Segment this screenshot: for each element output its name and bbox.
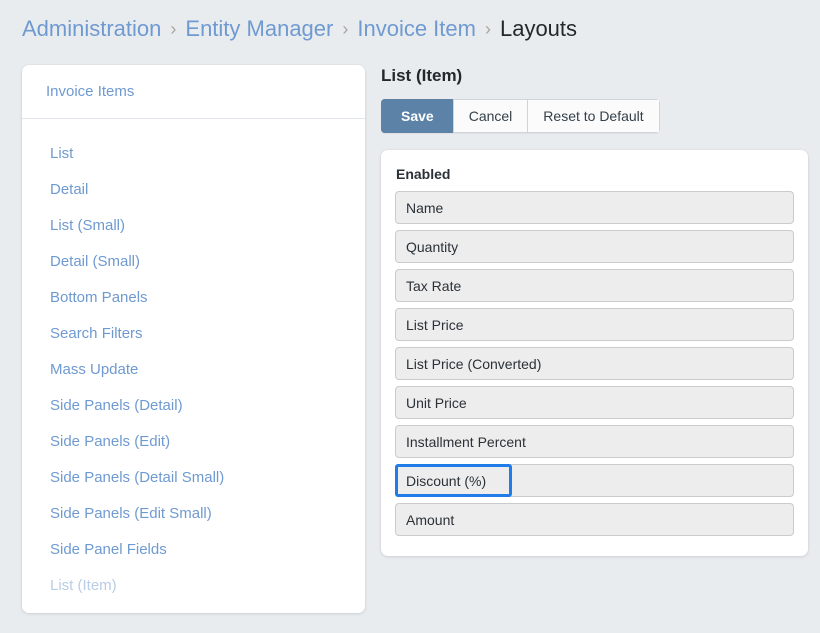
field-row-unit-price[interactable]: Unit Price — [395, 386, 794, 419]
sidebar-item-label: Side Panels (Edit Small) — [50, 504, 212, 522]
sidebar-item-label: Side Panels (Detail Small) — [50, 468, 225, 486]
sidebar-item-side-panels-detail[interactable]: Side Panels (Detail) — [22, 387, 365, 423]
sidebar-layout-list: List Detail List (Small) Detail (Small) Bott… — [22, 119, 365, 603]
sidebar-item-list-item: List (Item) — [22, 567, 365, 603]
breadcrumb: Administration › Entity Manager › Invoice It… — [22, 14, 577, 44]
reset-to-default-button[interactable]: Reset to Default — [527, 99, 660, 133]
sidebar-item-mass-update[interactable]: Mass Update — [22, 351, 365, 387]
action-button-group: Save Cancel Reset to Default — [381, 99, 660, 133]
sidebar-item-label: List — [50, 144, 74, 162]
breadcrumb-separator-icon: › — [170, 19, 177, 39]
sidebar-header-title: Invoice Items — [46, 83, 135, 100]
enabled-fields-panel: Enabled Name Quantity Tax Rate List Price Li… — [381, 150, 808, 556]
sidebar-item-search-filters[interactable]: Search Filters — [22, 315, 365, 351]
breadcrumb-item-3[interactable]: Invoice Item — [357, 14, 476, 44]
sidebar-item-side-panel-fields[interactable]: Side Panel Fields — [22, 531, 365, 567]
sidebar-item-bottom-panels[interactable]: Bottom Panels — [22, 279, 365, 315]
sidebar-item-list-small[interactable]: List (Small) — [22, 207, 365, 243]
sidebar-item-detail[interactable]: Detail — [22, 171, 365, 207]
field-row-installment-percent[interactable]: Installment Percent — [395, 425, 794, 458]
sidebar-item-label: Detail — [50, 180, 89, 198]
field-row-list-price[interactable]: List Price — [395, 308, 794, 341]
sidebar-item-detail-small[interactable]: Detail (Small) — [22, 243, 365, 279]
page-title: List (Item) — [381, 66, 463, 85]
field-label: Name — [406, 199, 444, 216]
button-label: Save — [401, 108, 434, 124]
field-row-amount[interactable]: Amount — [395, 503, 794, 536]
field-row-discount[interactable]: Discount (%) — [395, 464, 794, 497]
field-row-quantity[interactable]: Quantity — [395, 230, 794, 263]
sidebar-item-side-panels-edit-small[interactable]: Side Panels (Edit Small) — [22, 495, 365, 531]
sidebar-header: Invoice Items — [22, 65, 365, 119]
field-label: Installment Percent — [406, 433, 526, 450]
field-label: Unit Price — [406, 394, 467, 411]
sidebar-item-label: List (Item) — [50, 576, 117, 594]
field-row-tax-rate[interactable]: Tax Rate — [395, 269, 794, 302]
breadcrumb-item-2[interactable]: Entity Manager — [185, 14, 333, 44]
sidebar-item-label: Side Panels (Edit) — [50, 432, 171, 450]
button-label: Cancel — [468, 108, 513, 124]
enabled-field-list: Name Quantity Tax Rate List Price List Price… — [395, 191, 794, 536]
layouts-sidebar-panel: Invoice Items List Detail List (Small) Deta… — [22, 65, 365, 613]
field-row-list-price-converted[interactable]: List Price (Converted) — [395, 347, 794, 380]
breadcrumb-item-4: Layouts — [499, 16, 578, 41]
field-label: Quantity — [406, 238, 459, 255]
cancel-button[interactable]: Cancel — [452, 99, 528, 133]
field-label: Amount — [406, 511, 455, 528]
sidebar-item-label: Detail (Small) — [50, 252, 141, 270]
field-row-name[interactable]: Name — [395, 191, 794, 224]
sidebar-item-label: Side Panels (Detail) — [50, 396, 183, 414]
sidebar-item-label: Side Panel Fields — [50, 540, 167, 558]
sidebar-item-side-panels-detail-small[interactable]: Side Panels (Detail Small) — [22, 459, 365, 495]
breadcrumb-separator-icon: › — [342, 19, 349, 39]
sidebar-item-label: Search Filters — [50, 324, 143, 342]
sidebar-item-label: Mass Update — [50, 360, 139, 378]
field-label: List Price — [406, 316, 464, 333]
save-button[interactable]: Save — [381, 99, 453, 133]
sidebar-item-label: Bottom Panels — [50, 288, 148, 306]
button-label: Reset to Default — [543, 108, 644, 124]
field-label: List Price (Converted) — [406, 355, 542, 372]
sidebar-item-list[interactable]: List — [22, 135, 365, 171]
sidebar-item-side-panels-edit[interactable]: Side Panels (Edit) — [22, 423, 365, 459]
field-label: Discount (%) — [406, 472, 487, 489]
breadcrumb-separator-icon: › — [484, 19, 491, 39]
breadcrumb-item-1[interactable]: Administration — [22, 14, 161, 44]
field-label: Tax Rate — [406, 277, 462, 294]
enabled-section-label: Enabled — [396, 166, 451, 182]
sidebar-item-label: List (Small) — [50, 216, 126, 234]
